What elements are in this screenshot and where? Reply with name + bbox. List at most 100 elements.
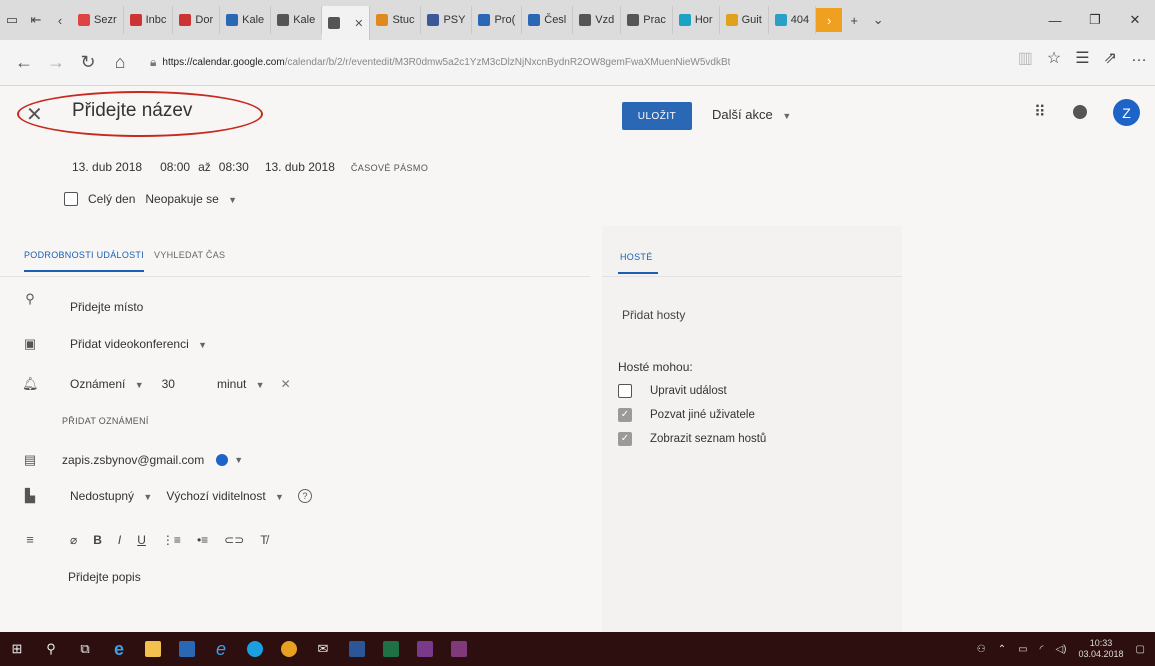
store-icon[interactable] <box>170 632 204 666</box>
browser-tab[interactable]: Inbc <box>124 6 174 34</box>
browser-tab[interactable]: Kale <box>271 6 323 34</box>
browser-tab[interactable]: Česl <box>522 6 574 34</box>
people-icon[interactable]: ⚇ <box>977 644 986 655</box>
minimize-icon[interactable]: — <box>1035 13 1075 28</box>
scroll-tabs-right-icon[interactable]: › <box>816 8 843 32</box>
browser-tab[interactable]: Guit <box>720 6 769 34</box>
battery-icon[interactable]: ▭ <box>1018 644 1027 655</box>
reading-view-icon[interactable]: ▥ <box>1018 48 1033 68</box>
browser-tab[interactable]: Kale <box>220 6 272 34</box>
chrome-icon[interactable] <box>272 632 306 666</box>
clock[interactable]: 10:33 03.04.2018 <box>1079 638 1124 660</box>
scroll-tabs-left-icon[interactable]: ‹ <box>48 8 72 32</box>
search-icon[interactable]: ⚲ <box>34 632 68 666</box>
edge-browser-icon[interactable]: e <box>102 632 136 666</box>
onenote-icon[interactable] <box>442 632 476 666</box>
browser-tab[interactable]: Dor <box>173 6 221 34</box>
video-conference-dropdown[interactable]: Přidat videokonferenci ▼ <box>70 337 207 351</box>
browser-tab[interactable]: Hor <box>673 6 720 34</box>
permission-invite-others[interactable]: ✓ Pozvat jiné uživatele <box>618 408 755 422</box>
volume-icon[interactable]: ◁) <box>1055 644 1066 655</box>
tab-favicon-icon <box>328 17 341 29</box>
see-guest-list-checkbox[interactable]: ✓ <box>618 432 632 446</box>
help-icon[interactable]: ? <box>297 489 312 503</box>
browser-tab[interactable]: Prac <box>621 6 673 34</box>
add-guests-input[interactable]: Přidat hosty <box>622 308 685 322</box>
back-icon[interactable]: ← <box>8 47 40 79</box>
link-icon[interactable]: ⊂⊃ <box>224 533 244 547</box>
start-date[interactable]: 13. dub 2018 <box>72 160 142 174</box>
notification-unit-dropdown[interactable]: minut ▼ <box>217 377 265 391</box>
bulleted-list-icon[interactable]: •≡ <box>197 533 208 547</box>
more-actions-dropdown[interactable]: Další akce ▼ <box>712 107 791 122</box>
more-icon[interactable]: … <box>1131 48 1147 68</box>
attachment-icon[interactable]: ⌀ <box>70 533 77 547</box>
availability-dropdown[interactable]: Nedostupný ▼ <box>70 489 152 503</box>
notification-value-input[interactable]: 30 <box>162 377 175 391</box>
italic-icon[interactable]: I <box>118 533 121 547</box>
tray-chevron-icon[interactable]: ⌃ <box>998 644 1006 655</box>
notifications-icon[interactable] <box>1073 105 1087 119</box>
browser-tab[interactable]: PSY <box>421 6 473 34</box>
home-icon[interactable]: ⌂ <box>104 47 136 79</box>
windows-start-icon[interactable]: ⊞ <box>0 632 34 666</box>
start-time[interactable]: 08:00 <box>160 160 190 174</box>
avatar[interactable]: Z <box>1113 99 1140 126</box>
set-aside-tabs-icon[interactable]: ⇤ <box>24 8 48 32</box>
tab-find-time[interactable]: VYHLEDAT ČAS <box>154 250 225 260</box>
location-input[interactable]: Přidejte místo <box>70 300 143 314</box>
numbered-list-icon[interactable]: ⋮≡ <box>162 533 181 547</box>
internet-explorer-icon[interactable]: e <box>204 632 238 666</box>
action-center-icon[interactable]: ▢ <box>1136 644 1145 655</box>
skype-icon[interactable] <box>238 632 272 666</box>
apps-grid-icon[interactable]: ⠿ <box>1034 102 1046 122</box>
new-tab-icon[interactable]: + <box>842 8 866 32</box>
browser-tab[interactable]: Sezr <box>72 6 124 34</box>
onenote-x-icon[interactable] <box>408 632 442 666</box>
share-icon[interactable]: ⇗ <box>1104 48 1117 68</box>
browser-tab[interactable]: 404 <box>769 6 817 34</box>
restore-icon[interactable]: ❐ <box>1075 12 1115 28</box>
underline-icon[interactable]: U <box>137 533 146 547</box>
favorites-hub-icon[interactable]: ☰ <box>1075 48 1089 68</box>
forward-icon[interactable]: → <box>40 47 72 79</box>
notification-type-dropdown[interactable]: Oznámení ▼ <box>70 377 144 391</box>
url-field[interactable]: 🔒︎ https://calendar.google.com/calendar/… <box>150 55 930 70</box>
browser-tab[interactable]: Vzd <box>573 6 622 34</box>
add-notification-button[interactable]: PŘIDAT OZNÁMENÍ <box>62 416 149 426</box>
end-date[interactable]: 13. dub 2018 <box>265 160 335 174</box>
tab-preview-icon[interactable]: ▭ <box>0 8 24 32</box>
edit-event-checkbox[interactable] <box>618 384 632 398</box>
bold-icon[interactable]: B <box>93 533 102 547</box>
tab-event-details[interactable]: PODROBNOSTI UDÁLOSTI <box>24 250 144 260</box>
browser-tab[interactable]: Pro( <box>472 6 523 34</box>
chevron-down-icon[interactable]: ▼ <box>234 455 243 465</box>
end-time[interactable]: 08:30 <box>219 160 249 174</box>
clear-formatting-icon[interactable]: T̸ <box>260 533 267 547</box>
word-icon[interactable] <box>340 632 374 666</box>
save-button[interactable]: ULOŽIT <box>622 102 692 130</box>
refresh-icon[interactable]: ↻ <box>72 47 104 79</box>
remove-notification-icon[interactable]: ✕ <box>281 377 291 391</box>
calendar-color-dot[interactable] <box>216 454 229 466</box>
excel-icon[interactable] <box>374 632 408 666</box>
all-day-checkbox[interactable] <box>64 192 78 206</box>
task-view-icon[interactable]: ⧉ <box>68 632 102 666</box>
invite-others-checkbox[interactable]: ✓ <box>618 408 632 422</box>
timezone-button[interactable]: ČASOVÉ PÁSMO <box>351 163 428 173</box>
tab-list-dropdown-icon[interactable]: ⌄ <box>866 8 890 32</box>
description-input[interactable]: Přidejte popis <box>68 570 141 584</box>
browser-tab[interactable]: ✕ <box>322 6 371 40</box>
close-tab-icon[interactable]: ✕ <box>354 17 363 30</box>
file-explorer-icon[interactable] <box>136 632 170 666</box>
network-icon[interactable]: ◜ <box>1040 644 1044 655</box>
mail-icon[interactable]: ✉ <box>306 632 340 666</box>
repeat-dropdown[interactable]: Neopakuje se ▼ <box>145 192 237 206</box>
permission-see-guest-list[interactable]: ✓ Zobrazit seznam hostů <box>618 432 766 446</box>
browser-tab[interactable]: Stuc <box>370 6 422 34</box>
visibility-dropdown[interactable]: Výchozí viditelnost ▼ <box>166 489 284 503</box>
close-window-icon[interactable]: ✕ <box>1115 12 1155 28</box>
permission-edit-event[interactable]: Upravit událost <box>618 384 727 398</box>
favorite-star-icon[interactable]: ☆ <box>1047 48 1061 68</box>
tab-guests[interactable]: HOSTÉ <box>620 252 653 262</box>
